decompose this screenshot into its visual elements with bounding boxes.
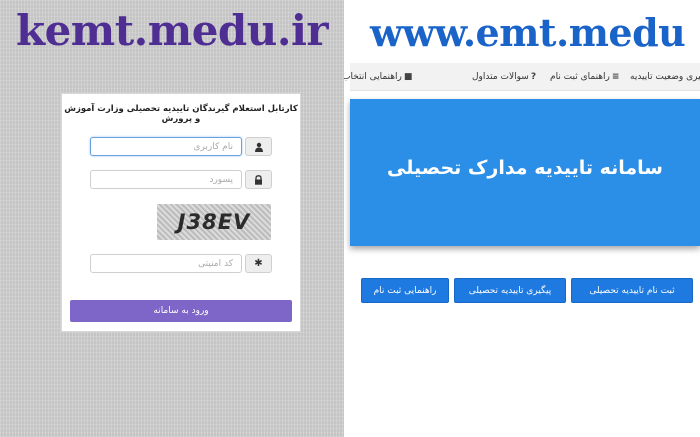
security-code-row: ✱ [90,254,272,275]
question-icon: ? [530,71,537,82]
login-card: کارتابل استعلام گیرندگان تاییدیه تحصیلی … [61,93,301,332]
left-panel: kemt.medu.ir کارتابل استعلام گیرندگان تا… [0,0,344,437]
security-code-input[interactable] [90,254,242,273]
nav-item-label: راهنمایی انتخاب [344,71,402,82]
square-icon: ■ [403,71,413,82]
nav-item-faq[interactable]: ? سوالات متداول [472,63,536,90]
lock-icon [245,170,272,189]
hero-banner: سامانه تاییدیه مدارک تحصیلی [350,99,700,246]
login-card-title: کارتابل استعلام گیرندگان تاییدیه تحصیلی … [64,104,298,124]
password-input[interactable] [90,170,242,189]
username-input[interactable] [90,137,242,156]
captcha-image: J38EV [157,204,271,240]
user-icon [245,137,272,156]
right-site-title: www.emt.medu [370,10,686,55]
left-site-title: kemt.medu.ir [15,6,329,55]
username-row [90,137,272,158]
login-button[interactable]: ورود به سامانه [70,300,292,322]
menu-icon: ≡ [611,71,620,82]
track-verification-button[interactable]: پیگیری تاییدیه تحصیلی [454,278,566,303]
password-row [90,170,272,191]
asterisk-icon: ✱ [245,254,272,273]
registration-help-button[interactable]: راهنمایی ثبت نام [361,278,449,303]
register-verification-button[interactable]: ثبت نام تاییدیه تحصیلی [571,278,693,303]
right-panel: www.emt.medu ≡ پیگیری وضعیت تاییدیه ≡ را… [344,0,700,437]
nav-item-registration-guide[interactable]: ≡ راهنمای ثبت نام [550,63,619,90]
nav-item-label: راهنمای ثبت نام [550,71,610,82]
nav-item-selection-guide[interactable]: ■ راهنمایی انتخاب [344,63,412,90]
top-navbar: ≡ پیگیری وضعیت تاییدیه ≡ راهنمای ثبت نام… [344,63,700,91]
banner-title: سامانه تاییدیه مدارک تحصیلی [387,157,663,179]
nav-item-status-tracking[interactable]: ≡ پیگیری وضعیت تاییدیه [630,63,700,90]
nav-item-label: پیگیری وضعیت تاییدیه [630,71,700,82]
nav-item-label: سوالات متداول [472,71,529,82]
